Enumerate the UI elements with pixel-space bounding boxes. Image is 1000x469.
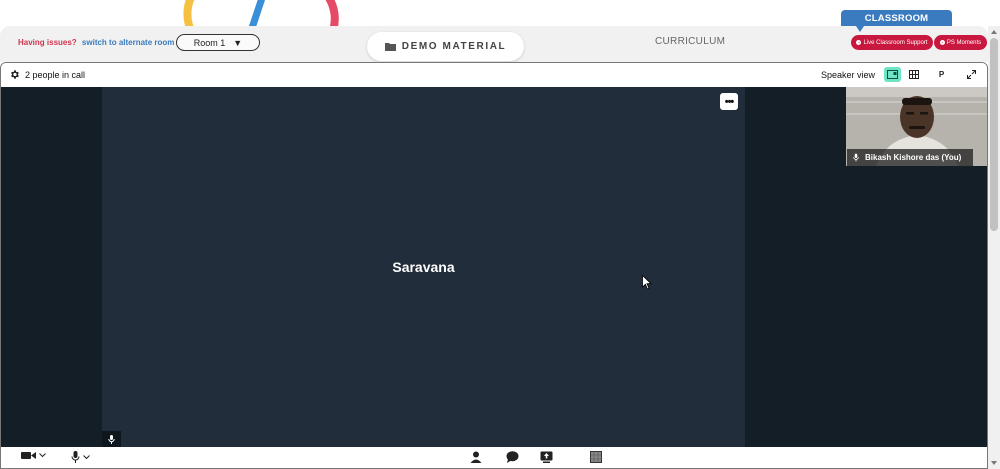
grid-icon [908,70,919,79]
mic-icon [71,451,80,463]
chevron-down-icon[interactable] [83,454,90,460]
live-support-label: Live Classroom Support [863,39,928,46]
speaker-mic-indicator [102,431,121,447]
people-in-call: 2 people in call [9,69,85,80]
folder-icon [384,43,396,51]
expand-icon [967,70,976,79]
p-button[interactable]: P [933,67,950,82]
issues-text: Having issues? [18,38,77,47]
top-bar: Having issues? switch to alternate room … [0,26,988,62]
speaker-tile[interactable]: Saravana ••• [102,87,745,447]
self-name: Bikash Kishore das (You) [865,153,962,162]
fullscreen-button[interactable] [963,67,980,82]
classroom-tab-pointer [856,26,864,32]
scroll-thumb[interactable] [990,38,998,231]
speaker-view-icon [887,70,898,79]
video-call-panel: 2 people in call Speaker view P Saravana… [0,62,988,469]
grid-view-button[interactable] [905,67,922,82]
ps-moments-button[interactable]: + PS Moments [934,35,987,50]
whiteboard-button[interactable] [590,451,602,463]
share-screen-button[interactable] [540,451,553,463]
chevron-down-icon[interactable] [39,453,46,458]
ps-moments-label: PS Moments [946,39,982,46]
scroll-down-arrow-icon[interactable] [991,461,997,465]
ellipsis-icon: ••• [724,95,735,108]
room-select-value: Room 1 [193,37,226,48]
plus-circle-icon: + [856,40,862,45]
camera-button[interactable] [21,451,46,460]
participants-button[interactable] [470,451,482,463]
people-count: 2 people in call [25,69,86,80]
demo-material-label: DEMO MATERIAL [401,41,507,52]
self-video-tile[interactable]: Bikash Kishore das (You) [846,87,987,166]
live-support-button[interactable]: + Live Classroom Support [851,35,933,50]
classroom-tab[interactable]: CLASSROOM [841,10,952,26]
demo-material-button[interactable]: DEMO MATERIAL [367,32,524,61]
self-name-tag: Bikash Kishore das (You) [847,149,973,166]
share-screen-icon [540,451,553,463]
speaker-name: Saravana [392,259,455,275]
call-toolbar [1,447,987,468]
issues-notice: Having issues? switch to alternate room [18,38,174,47]
plus-circle-icon: + [939,40,945,45]
person-icon [470,451,482,463]
chat-icon [506,451,519,463]
room-select[interactable]: Room 1 ▼ [176,34,260,51]
mic-icon [108,434,115,444]
caret-down-icon: ▼ [233,37,243,48]
scroll-up-arrow-icon[interactable] [991,30,997,34]
mic-icon [853,153,859,162]
page-scrollbar[interactable] [988,26,1000,469]
pattern-icon [590,451,602,463]
gear-icon[interactable] [9,69,20,80]
curriculum-tab[interactable]: CURRICULUM [655,36,725,47]
microphone-button[interactable] [71,451,90,463]
camera-icon [21,452,36,459]
video-stage: Saravana ••• Bikash Kishore das (You) [1,87,987,447]
speaker-view-button[interactable] [884,67,901,82]
switch-room-link[interactable]: switch to alternate room [82,38,174,47]
classroom-page: Having issues? switch to alternate room … [0,0,1000,469]
more-options-button[interactable]: ••• [720,93,738,110]
view-label: Speaker view [821,70,876,80]
mouse-cursor-icon [642,275,652,290]
chat-button[interactable] [506,451,519,463]
call-header: 2 people in call Speaker view P [1,63,987,87]
